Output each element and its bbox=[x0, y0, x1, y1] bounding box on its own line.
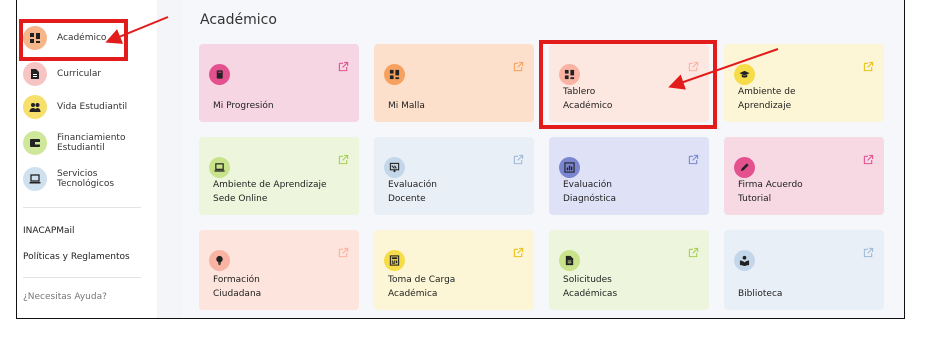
divider bbox=[23, 277, 141, 278]
chart-icon bbox=[559, 157, 580, 178]
reader-icon bbox=[734, 250, 755, 271]
sidebar-gutter bbox=[157, 0, 182, 318]
laptop-icon bbox=[23, 167, 47, 191]
card-firma-acuerdo-tutorial[interactable]: Firma Acuerdo Tutorial bbox=[724, 137, 884, 215]
sidebar-item-vida-estudiantil[interactable]: Vida Estudiantil bbox=[23, 95, 147, 119]
grid-icon bbox=[384, 64, 405, 85]
external-link-icon[interactable] bbox=[513, 154, 524, 165]
card-toma-carga-academica[interactable]: Toma de Carga Académica bbox=[374, 230, 534, 310]
divider bbox=[23, 207, 141, 208]
laptop-icon bbox=[209, 157, 230, 178]
card-label: Evaluación Diagnóstica bbox=[563, 180, 617, 204]
sidebar-item-label: Curricular bbox=[57, 69, 102, 79]
card-label: Ambiente de Aprendizaje Sede Online bbox=[213, 180, 327, 204]
card-formacion-ciudadana[interactable]: Formación Ciudadana bbox=[199, 230, 359, 310]
wallet-icon bbox=[23, 131, 47, 155]
sidebar-item-label: Vida Estudiantil bbox=[57, 102, 128, 112]
external-link-icon[interactable] bbox=[688, 154, 699, 165]
link-inacapmail[interactable]: INACAPMail bbox=[23, 226, 75, 236]
external-link-icon[interactable] bbox=[338, 247, 349, 258]
external-link-icon[interactable] bbox=[338, 61, 349, 72]
book-icon bbox=[209, 64, 230, 85]
card-ambiente-sede-online[interactable]: Ambiente de Aprendizaje Sede Online bbox=[199, 137, 359, 215]
card-label: Firma Acuerdo Tutorial bbox=[738, 180, 803, 204]
card-label: Evaluación Docente bbox=[388, 180, 437, 204]
card-label: Ambiente de Aprendizaje bbox=[738, 87, 796, 111]
sidebar-item-label: Servicios Tecnológicos bbox=[57, 169, 115, 189]
sidebar-item-label: Financiamiento Estudiantil bbox=[57, 133, 126, 153]
card-label: Formación Ciudadana bbox=[213, 275, 262, 299]
pen-icon bbox=[734, 157, 755, 178]
card-label: Toma de Carga Académica bbox=[388, 275, 456, 299]
portal-frame: Académico Curricular Vida Estudiantil Fi… bbox=[16, 0, 905, 319]
card-label: Solicitudes Académicas bbox=[563, 275, 618, 299]
card-solicitudes-academicas[interactable]: Solicitudes Académicas bbox=[549, 230, 709, 310]
card-evaluacion-docente[interactable]: Evaluación Docente bbox=[374, 137, 534, 215]
card-mi-malla[interactable]: Mi Malla bbox=[374, 44, 534, 122]
card-label: Biblioteca bbox=[738, 289, 783, 299]
card-ambiente-aprendizaje[interactable]: Ambiente de Aprendizaje bbox=[724, 44, 884, 122]
page-title: Académico bbox=[200, 12, 277, 28]
external-link-icon[interactable] bbox=[688, 247, 699, 258]
highlight-box-sidebar bbox=[19, 19, 128, 61]
external-link-icon[interactable] bbox=[863, 247, 874, 258]
card-label: Mi Progresión bbox=[213, 101, 274, 111]
sidebar-item-servicios[interactable]: Servicios Tecnológicos bbox=[23, 167, 147, 191]
external-link-icon[interactable] bbox=[513, 61, 524, 72]
card-biblioteca[interactable]: Biblioteca bbox=[724, 230, 884, 310]
document-icon bbox=[559, 250, 580, 271]
external-link-icon[interactable] bbox=[338, 154, 349, 165]
group-icon bbox=[23, 95, 47, 119]
highlight-box-card bbox=[539, 40, 717, 129]
sidebar-item-financiamiento[interactable]: Financiamiento Estudiantil bbox=[23, 131, 147, 155]
help-link[interactable]: ¿Necesitas Ayuda? bbox=[23, 292, 107, 302]
graduation-cap-icon bbox=[734, 64, 755, 85]
card-evaluacion-diagnostica[interactable]: Evaluación Diagnóstica bbox=[549, 137, 709, 215]
external-link-icon[interactable] bbox=[513, 247, 524, 258]
link-politicas-reglamentos[interactable]: Políticas y Reglamentos bbox=[23, 252, 130, 262]
external-link-icon[interactable] bbox=[863, 61, 874, 72]
external-link-icon[interactable] bbox=[863, 154, 874, 165]
card-label: Mi Malla bbox=[388, 101, 425, 111]
document-icon bbox=[23, 62, 47, 86]
lightbulb-icon bbox=[209, 250, 230, 271]
sidebar-item-curricular[interactable]: Curricular bbox=[23, 62, 147, 86]
presentation-icon bbox=[384, 157, 405, 178]
calculator-icon bbox=[384, 250, 405, 271]
card-mi-progresion[interactable]: Mi Progresión bbox=[199, 44, 359, 122]
